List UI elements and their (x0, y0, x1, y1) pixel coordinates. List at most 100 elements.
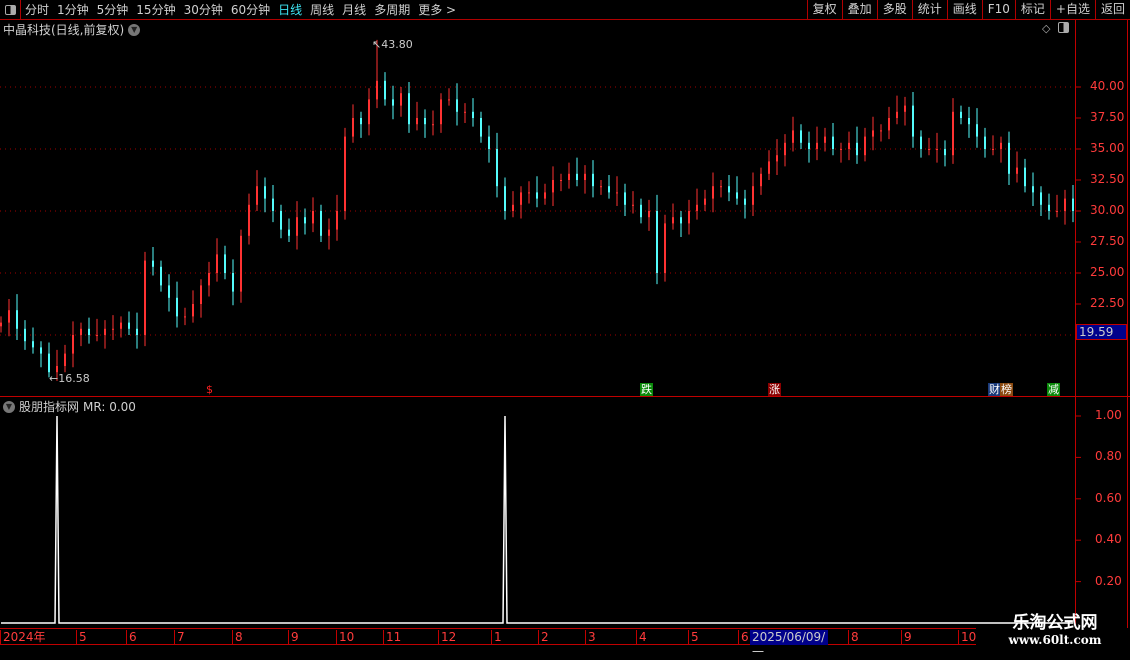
candle-body (1064, 198, 1066, 211)
time-axis-label: 11 (383, 630, 401, 645)
max-price-value: 43.80 (381, 38, 413, 51)
candle-body (984, 136, 986, 149)
candle-body (16, 310, 18, 329)
candle-body (416, 118, 418, 125)
candle-body (848, 142, 850, 149)
candle-body (520, 192, 522, 205)
indicator-line (1, 415, 1073, 624)
candle-body (464, 111, 466, 113)
candle-body (40, 347, 42, 354)
candle-body (384, 80, 386, 100)
candlestick-chart[interactable] (0, 0, 1130, 650)
event-marker[interactable]: 跌 (640, 383, 653, 396)
candle-body (728, 186, 730, 193)
candle-body (112, 328, 114, 330)
time-axis[interactable]: 2024年 5 6 7 8 9 10 11 12 1 2 3 4 5 6 8 9 10 2025/06/09/一 (0, 628, 976, 659)
candle-body (88, 328, 90, 335)
indicator-axis-label: 0.20 (1095, 573, 1122, 588)
candle-body (424, 118, 426, 125)
candle-body (800, 130, 802, 143)
candle-body (248, 204, 250, 236)
time-axis-label: 9 (901, 630, 912, 645)
candle-body (696, 204, 698, 211)
indicator-axis-label: 0.80 (1095, 449, 1122, 464)
candle-body (584, 173, 586, 180)
candle-body (968, 118, 970, 125)
event-marker[interactable]: $ (205, 383, 214, 396)
candle-body (216, 254, 218, 273)
cursor-date-label: 2025/06/09/一 (750, 630, 828, 659)
price-axis-label: 30.00 (1090, 203, 1125, 217)
candle-body (120, 322, 122, 329)
candle-body (656, 211, 658, 273)
min-price-value: 16.58 (58, 372, 90, 385)
candle-body (752, 186, 754, 205)
candle-body (784, 142, 786, 156)
candle-body (1032, 186, 1034, 193)
candle-body (600, 186, 602, 188)
candle-body (944, 149, 946, 156)
candle-body (0, 322, 2, 327)
time-axis-label: 8 (848, 630, 859, 645)
candle-body (1024, 167, 1026, 187)
candle-body (344, 136, 346, 211)
watermark-name: 乐淘公式网 (1012, 613, 1098, 633)
candle-body (168, 285, 170, 298)
candle-body (136, 328, 138, 335)
candle-body (832, 136, 834, 149)
time-axis-label: 4 (636, 630, 647, 645)
candle-body (144, 260, 146, 335)
candle-body (872, 130, 874, 137)
candle-body (576, 173, 578, 180)
time-axis-label: 8 (232, 630, 243, 645)
price-axis-label: 22.50 (1090, 296, 1125, 310)
candle-body (1016, 167, 1018, 174)
candle-body (256, 186, 258, 205)
candle-body (352, 118, 354, 137)
event-marker[interactable]: 减 (1047, 383, 1060, 396)
candle-body (552, 180, 554, 193)
time-axis-label: 2024年 (0, 630, 46, 645)
price-axis-label: 32.50 (1090, 172, 1125, 186)
candle-body (992, 149, 994, 150)
candle-body (808, 142, 810, 149)
candle-body (72, 335, 74, 354)
candle-body (200, 285, 202, 304)
candle-body (904, 105, 906, 112)
candle-body (864, 136, 866, 156)
panel-divider[interactable] (0, 396, 1130, 397)
price-axis-label: 27.50 (1090, 234, 1125, 248)
candle-body (456, 99, 458, 112)
indicator-title: ▼ 股朋指标网 MR: 0.00 (3, 398, 136, 415)
time-axis-label: 10 (958, 630, 976, 645)
candle-body (232, 273, 234, 292)
candle-body (224, 254, 226, 273)
candle-body (48, 353, 50, 373)
candle-body (432, 124, 434, 126)
candle-body (208, 273, 210, 286)
event-marker[interactable]: 榜 (1000, 383, 1013, 396)
candle-body (920, 136, 922, 149)
max-price-label: ↖43.80 (372, 38, 413, 51)
candle-body (1008, 142, 1010, 174)
candle-body (856, 142, 858, 156)
candle-body (528, 192, 530, 194)
candle-body (312, 211, 314, 224)
candle-body (336, 211, 338, 230)
candle-body (304, 217, 306, 224)
candle-body (1072, 198, 1074, 211)
candle-body (616, 192, 618, 194)
candle-body (368, 99, 370, 125)
event-marker[interactable]: 涨 (768, 383, 781, 396)
time-axis-label: 1 (491, 630, 502, 645)
candle-body (704, 198, 706, 205)
candle-body (640, 204, 642, 218)
candle-body (264, 186, 266, 199)
candle-body (544, 192, 546, 199)
chevron-down-icon[interactable]: ▼ (3, 400, 15, 413)
candle-body (448, 99, 450, 101)
candle-body (160, 266, 162, 286)
candle-body (936, 149, 938, 150)
candle-body (720, 186, 722, 188)
candle-body (360, 118, 362, 125)
